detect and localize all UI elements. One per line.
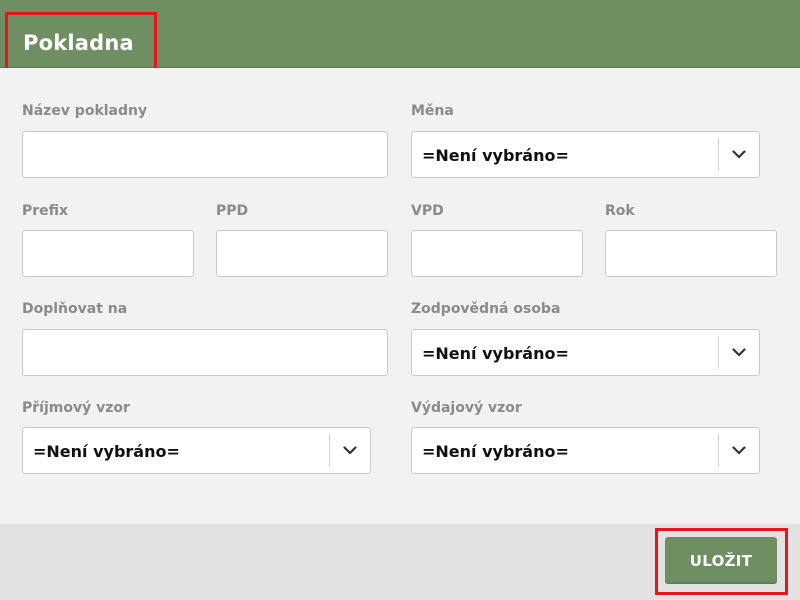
label-zodpovedna-osoba: Zodpovědná osoba (411, 301, 561, 317)
chevron-down-icon[interactable] (719, 132, 759, 177)
dialog-header: Pokladna (0, 0, 800, 71)
zodpovedna-osoba-select[interactable]: =Není vybráno= (411, 329, 760, 376)
label-doplnovat-na: Doplňovat na (22, 301, 128, 317)
prijmovy-vzor-select-value: =Není vybráno= (33, 442, 180, 461)
chevron-down-icon[interactable] (719, 428, 759, 473)
label-mena: Měna (411, 103, 454, 119)
vpd-input[interactable] (411, 230, 583, 277)
mena-select-value: =Není vybráno= (422, 146, 569, 165)
label-vydajovy-vzor: Výdajový vzor (411, 400, 522, 416)
label-prefix: Prefix (22, 203, 69, 219)
chevron-down-icon[interactable] (330, 428, 370, 473)
doplnovat-na-input[interactable] (22, 329, 388, 376)
label-nazev-pokladny: Název pokladny (22, 103, 148, 119)
nazev-pokladny-input[interactable] (22, 131, 388, 178)
label-ppd: PPD (216, 203, 249, 219)
dialog-title: Pokladna (5, 12, 157, 71)
vydajovy-vzor-select-value: =Není vybráno= (422, 442, 569, 461)
rok-input[interactable] (605, 230, 777, 277)
label-vpd: VPD (411, 203, 444, 219)
label-prijmovy-vzor: Příjmový vzor (22, 400, 130, 416)
mena-select[interactable]: =Není vybráno= (411, 131, 760, 178)
ppd-input[interactable] (216, 230, 388, 277)
vydajovy-vzor-select[interactable]: =Není vybráno= (411, 427, 760, 474)
label-rok: Rok (605, 203, 635, 219)
chevron-down-icon[interactable] (719, 330, 759, 375)
form-panel: Název pokladny Měna =Není vybráno= Prefi… (0, 68, 800, 524)
save-button[interactable]: ULOŽIT (665, 537, 777, 584)
zodpovedna-osoba-select-value: =Není vybráno= (422, 344, 569, 363)
prijmovy-vzor-select[interactable]: =Není vybráno= (22, 427, 371, 474)
prefix-input[interactable] (22, 230, 194, 277)
